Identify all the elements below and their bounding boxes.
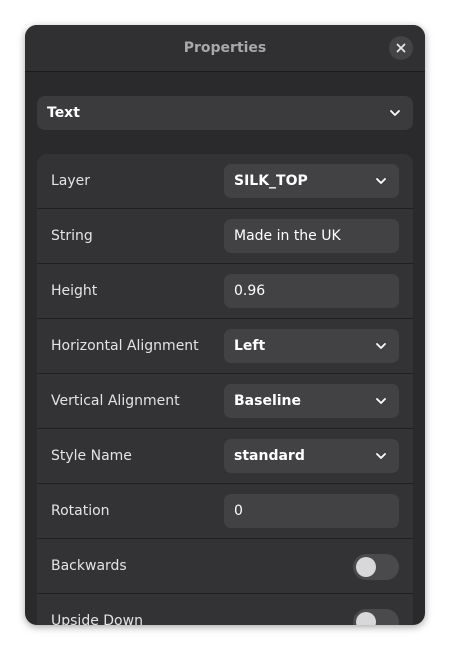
string-label: String [51, 228, 93, 244]
vertical-alignment-label: Vertical Alignment [51, 393, 180, 409]
properties-list: Layer SILK_TOP String Made in the UK Hei… [37, 154, 413, 625]
property-row-style-name: Style Name standard [37, 429, 413, 484]
horizontal-alignment-dropdown[interactable]: Left [224, 329, 399, 363]
property-row-backwards: Backwards [37, 539, 413, 594]
vertical-alignment-dropdown[interactable]: Baseline [224, 384, 399, 418]
chevron-down-icon [376, 178, 386, 184]
backwards-label: Backwards [51, 558, 127, 574]
property-row-height: Height 0.96 [37, 264, 413, 319]
rotation-value: 0 [234, 503, 243, 519]
properties-window: Properties Text Layer SILK_TOP String Ma… [25, 25, 425, 625]
window-title: Properties [183, 40, 267, 56]
properties-content: Text Layer SILK_TOP String Made in the U… [25, 72, 425, 625]
rotation-label: Rotation [51, 503, 110, 519]
vertical-alignment-value: Baseline [234, 393, 302, 409]
layer-dropdown[interactable]: SILK_TOP [224, 164, 399, 198]
property-row-string: String Made in the UK [37, 209, 413, 264]
toggle-knob [356, 557, 376, 577]
close-button[interactable] [389, 36, 413, 60]
layer-label: Layer [51, 173, 91, 189]
header-bar: Properties [25, 25, 425, 72]
style-name-label: Style Name [51, 448, 132, 464]
horizontal-alignment-value: Left [234, 338, 266, 354]
horizontal-alignment-label: Horizontal Alignment [51, 338, 199, 354]
rotation-input[interactable]: 0 [224, 494, 399, 528]
upside-down-toggle[interactable] [353, 609, 399, 625]
property-row-vertical-alignment: Vertical Alignment Baseline [37, 374, 413, 429]
style-name-dropdown[interactable]: standard [224, 439, 399, 473]
height-value: 0.96 [234, 283, 266, 299]
backwards-toggle[interactable] [353, 554, 399, 580]
close-icon [396, 43, 406, 53]
chevron-down-icon [376, 453, 386, 459]
object-type-value: Text [47, 105, 80, 121]
style-name-value: standard [234, 448, 305, 464]
property-row-layer: Layer SILK_TOP [37, 154, 413, 209]
chevron-down-icon [376, 343, 386, 349]
chevron-down-icon [376, 398, 386, 404]
height-label: Height [51, 283, 98, 299]
chevron-down-icon [390, 110, 400, 116]
toggle-knob [356, 612, 376, 625]
object-type-dropdown[interactable]: Text [37, 96, 413, 130]
upside-down-label: Upside Down [51, 613, 143, 625]
string-value: Made in the UK [234, 228, 341, 244]
string-input[interactable]: Made in the UK [224, 219, 399, 253]
height-input[interactable]: 0.96 [224, 274, 399, 308]
property-row-upside-down: Upside Down [37, 594, 413, 625]
property-row-horizontal-alignment: Horizontal Alignment Left [37, 319, 413, 374]
property-row-rotation: Rotation 0 [37, 484, 413, 539]
layer-value: SILK_TOP [234, 173, 308, 189]
